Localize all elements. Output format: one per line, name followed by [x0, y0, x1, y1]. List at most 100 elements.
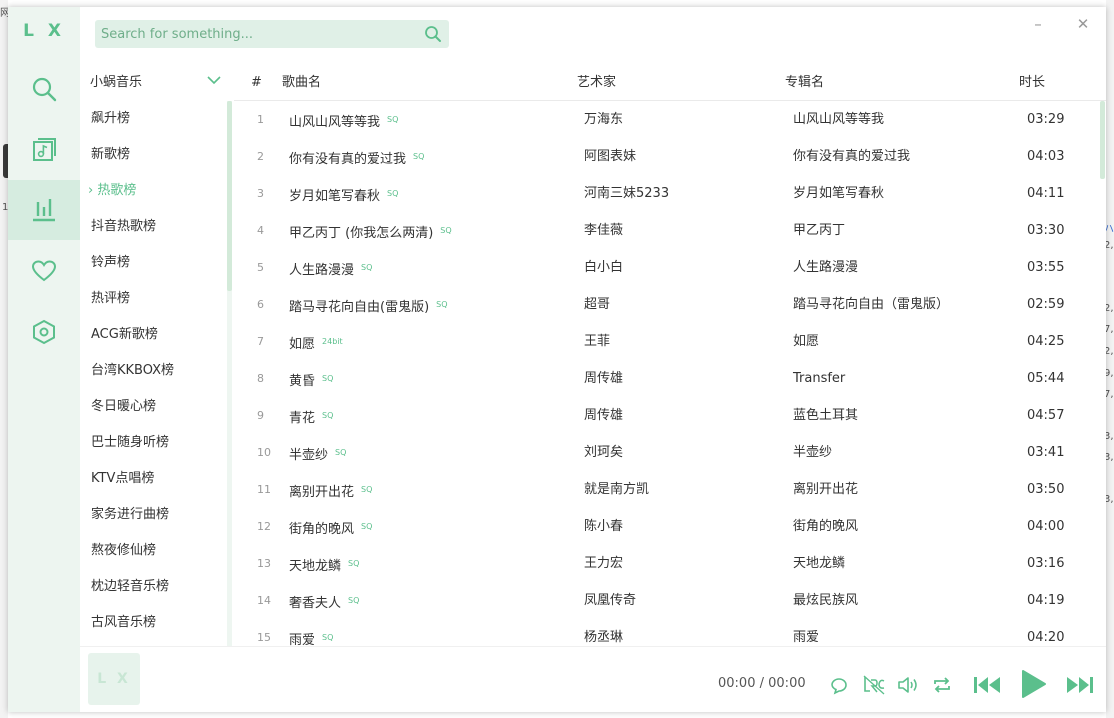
chart-list-scrollbar-thumb[interactable] [227, 101, 232, 291]
artist-name[interactable]: 王力宏 [584, 545, 623, 583]
search-input[interactable] [101, 20, 417, 48]
artist-name[interactable]: 凤凰传奇 [584, 582, 636, 620]
nav-favorites[interactable] [8, 241, 80, 301]
chart-list-item[interactable]: 热评榜 [91, 289, 130, 309]
album-name[interactable]: 人生路漫漫 [793, 249, 858, 287]
album-name[interactable]: 如愿 [793, 323, 819, 361]
table-row[interactable]: 13 天地龙鳞 SQ 王力宏 天地龙鳞 03:16 [234, 545, 1100, 582]
artist-name[interactable]: 超哥 [584, 286, 610, 324]
artist-name[interactable]: 白小白 [584, 249, 623, 287]
song-title: 奢香夫人 [289, 596, 342, 611]
song-name: 天地龙鳞 SQ [289, 545, 359, 586]
chart-list-item[interactable]: ACG新歌榜 [91, 325, 158, 345]
album-name[interactable]: 雨爱 [793, 619, 819, 646]
album-name[interactable]: 半壶纱 [793, 434, 832, 472]
table-row[interactable]: 12 街角的晚风 SQ 陈小春 街角的晚风 04:00 [234, 508, 1100, 545]
nav-settings[interactable] [8, 302, 80, 362]
album-name[interactable]: 甲乙丙丁 [793, 212, 845, 250]
table-row[interactable]: 15 雨爱 SQ 杨丞琳 雨爱 04:20 [234, 619, 1100, 646]
quality-badge: SQ [387, 115, 399, 124]
table-row[interactable]: 6 踏马寻花向自由(雷鬼版) SQ 超哥 踏马寻花向自由（雷鬼版） 02:59 [234, 286, 1100, 323]
table-row[interactable]: 7 如愿 24bit 王菲 如愿 04:25 [234, 323, 1100, 360]
artist-name[interactable]: 刘珂矣 [584, 434, 623, 472]
background-window-right-edge [1106, 0, 1114, 718]
table-row[interactable]: 4 甲乙丙丁 (你我怎么两清) SQ 李佳薇 甲乙丙丁 03:30 [234, 212, 1100, 249]
album-name[interactable]: 最炫民族风 [793, 582, 858, 620]
album-name[interactable]: Transfer [793, 360, 845, 398]
artist-name[interactable]: 万海东 [584, 101, 623, 139]
album-name[interactable]: 岁月如笔写春秋 [793, 175, 884, 213]
table-row[interactable]: 1 山风山风等等我 SQ 万海东 山风山风等等我 03:29 [234, 101, 1100, 138]
chart-list-item[interactable]: 飙升榜 [91, 109, 130, 129]
chart-list-item[interactable]: 新歌榜 [91, 145, 130, 165]
table-row[interactable]: 14 奢香夫人 SQ 凤凰传奇 最炫民族风 04:19 [234, 582, 1100, 619]
playback-time: 00:00 / 00:00 [718, 676, 806, 691]
repeat-button[interactable] [931, 674, 953, 696]
album-name[interactable]: 踏马寻花向自由（雷鬼版） [793, 286, 949, 324]
song-name: 半壶纱 SQ [289, 434, 346, 475]
nav-charts[interactable] [8, 180, 80, 240]
artist-name[interactable]: 阿图表妹 [584, 138, 636, 176]
row-number: 7 [257, 335, 264, 348]
chart-list-item[interactable]: 枕边轻音乐榜 [91, 577, 169, 597]
chart-list-item[interactable]: 熬夜修仙榜 [91, 541, 156, 561]
nav-search[interactable] [8, 59, 80, 119]
album-name[interactable]: 街角的晚风 [793, 508, 858, 546]
table-row[interactable]: 2 你有没有真的爱过我 SQ 阿图表妹 你有没有真的爱过我 04:03 [234, 138, 1100, 175]
loop-comment-button[interactable] [828, 674, 850, 696]
artist-name[interactable]: 王菲 [584, 323, 610, 361]
artist-name[interactable]: 周传雄 [584, 397, 623, 435]
artist-name[interactable]: 杨丞琳 [584, 619, 623, 646]
album-name[interactable]: 山风山风等等我 [793, 101, 884, 139]
source-select[interactable]: 小蜗音乐 [90, 71, 224, 93]
chart-list-item[interactable]: 抖音热歌榜 [91, 217, 156, 237]
chart-list-item[interactable]: 台湾KKBOX榜 [91, 361, 174, 381]
artist-name[interactable]: 就是南方凯 [584, 471, 649, 509]
song-name: 奢香夫人 SQ [289, 582, 359, 623]
row-number: 6 [257, 298, 264, 311]
album-name[interactable]: 离别开出花 [793, 471, 858, 509]
album-cover[interactable]: L X [88, 653, 140, 705]
previous-button[interactable] [972, 673, 1002, 697]
artist-name[interactable]: 河南三妹5233 [584, 175, 669, 213]
song-duration: 03:55 [1027, 260, 1065, 275]
lyrics-button[interactable] [862, 674, 886, 696]
artist-name[interactable]: 李佳薇 [584, 212, 623, 250]
chart-list-item[interactable]: KTV点唱榜 [91, 469, 154, 489]
song-name: 如愿 24bit [289, 323, 343, 364]
table-row[interactable]: 3 岁月如笔写春秋 SQ 河南三妹5233 岁月如笔写春秋 04:11 [234, 175, 1100, 212]
search-icon[interactable] [424, 25, 442, 43]
album-name[interactable]: 天地龙鳞 [793, 545, 845, 583]
play-button[interactable] [1019, 669, 1047, 699]
nav-music-library[interactable] [8, 120, 80, 180]
album-name[interactable]: 你有没有真的爱过我 [793, 138, 910, 176]
next-button[interactable] [1065, 673, 1095, 697]
table-row[interactable]: 11 离别开出花 SQ 就是南方凯 离别开出花 03:50 [234, 471, 1100, 508]
chart-list-item[interactable]: 巴士随身听榜 [91, 433, 169, 453]
album-name[interactable]: 蓝色土耳其 [793, 397, 858, 435]
minimize-button[interactable]: – [1029, 15, 1047, 33]
volume-button[interactable] [896, 674, 920, 696]
previous-icon [974, 677, 1000, 693]
chart-list-item-label: 热歌榜 [97, 183, 137, 198]
song-title: 雨爱 [289, 633, 316, 646]
chart-list-item-active[interactable]: › 热歌榜 [88, 181, 136, 201]
table-row[interactable]: 5 人生路漫漫 SQ 白小白 人生路漫漫 03:55 [234, 249, 1100, 286]
chart-list-item[interactable]: 家务进行曲榜 [91, 505, 169, 525]
chart-list-item[interactable]: 古风音乐榜 [91, 613, 156, 633]
table-row[interactable]: 8 黄昏 SQ 周传雄 Transfer 05:44 [234, 360, 1100, 397]
artist-name[interactable]: 陈小春 [584, 508, 623, 546]
table-row[interactable]: 9 青花 SQ 周传雄 蓝色土耳其 04:57 [234, 397, 1100, 434]
song-table-scrollbar-thumb[interactable] [1100, 101, 1105, 179]
table-row[interactable]: 10 半壶纱 SQ 刘珂矣 半壶纱 03:41 [234, 434, 1100, 471]
quality-badge: 24bit [322, 337, 343, 346]
song-duration: 04:03 [1027, 149, 1065, 164]
chart-list-item[interactable]: 铃声榜 [91, 253, 130, 273]
quality-badge: SQ [335, 448, 347, 457]
close-button[interactable]: ✕ [1074, 15, 1092, 33]
row-number: 5 [257, 261, 264, 274]
header-album: 专辑名 [785, 75, 825, 90]
chart-list-item[interactable]: 冬日暖心榜 [91, 397, 156, 417]
artist-name[interactable]: 周传雄 [584, 360, 623, 398]
song-duration: 04:00 [1027, 519, 1065, 534]
